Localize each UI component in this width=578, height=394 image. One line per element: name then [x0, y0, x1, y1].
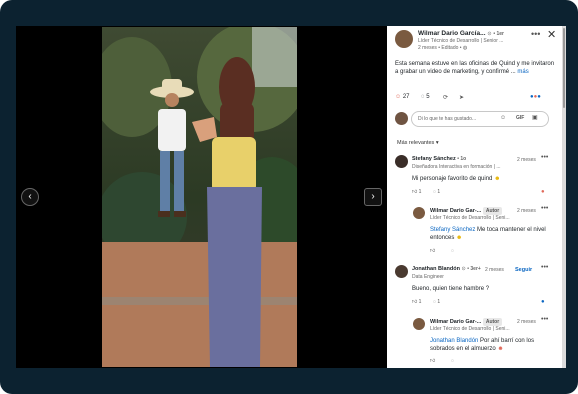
reply-icon: ◌: [433, 299, 436, 305]
reply-icon: ◌: [433, 189, 436, 195]
comment-headline: Data Engineer: [412, 274, 444, 280]
chevron-right-icon: ›: [371, 191, 375, 202]
my-avatar: [395, 112, 408, 125]
comment-input[interactable]: Di lo que te has gustado... ☺ GIF ▣: [411, 111, 549, 127]
comment-avatar[interactable]: [395, 265, 408, 278]
reply-more-icon[interactable]: •••: [541, 316, 548, 323]
comment-text: Mi personaje favorito de quind ☻: [412, 176, 501, 182]
reaction-badge-icon: ●: [541, 299, 545, 305]
scrollbar-thumb[interactable]: [563, 28, 565, 108]
post-photo: [102, 27, 297, 367]
reaction-icon: ☺: [395, 94, 402, 100]
comment-placeholder: Di lo que te has gustado...: [418, 116, 477, 122]
post-meta: 2 meses • Editado • ◍: [418, 45, 468, 51]
repost-icon[interactable]: ⟳: [443, 94, 448, 101]
see-more-link[interactable]: más: [517, 69, 528, 75]
image-icon[interactable]: ▣: [532, 114, 538, 121]
caret-down-icon: ▾: [435, 140, 439, 146]
comment-more-icon[interactable]: •••: [541, 264, 548, 271]
comment-time: 2 meses: [517, 157, 536, 163]
reply-headline: Líder Técnico de Desarrollo | Seni...: [430, 326, 510, 332]
reply-reply-button[interactable]: ◌: [451, 358, 454, 364]
reply-time: 2 meses: [517, 319, 536, 325]
send-icon[interactable]: ➤: [459, 94, 464, 101]
comment-headline: Diseñadora Interactiva en formación | ..…: [412, 164, 501, 170]
reply-time: 2 meses: [517, 208, 536, 214]
like-icon: 👍︎: [430, 358, 436, 364]
reply-text: Jonathan Blandón Por ahí barrí con los s…: [430, 338, 535, 352]
reply-author[interactable]: Wilmar Dario Gar-... Autor: [430, 318, 503, 326]
reply-like-button[interactable]: 👍︎: [430, 358, 435, 364]
connection-degree: • 1er: [493, 31, 504, 37]
reply-icon: ◌: [451, 248, 454, 254]
like-icon: 👍︎: [412, 189, 418, 195]
comment-time: 2 meses: [485, 267, 504, 273]
comment-author[interactable]: Jonathan Blandón ⊙ • 3er+: [412, 266, 481, 272]
comment-like-button[interactable]: 👍︎ 1: [412, 189, 421, 195]
reactions-summary[interactable]: ☺ 27: [395, 94, 410, 100]
comment-reply-button[interactable]: ◌ 1: [433, 299, 440, 305]
comment-reply-button[interactable]: ◌ 1: [433, 189, 440, 195]
sort-comments-dropdown[interactable]: Más relevantes ▾: [397, 140, 439, 146]
close-button[interactable]: ✕: [547, 28, 556, 41]
reaction-badges[interactable]: ●●●: [530, 94, 541, 100]
previous-image-button[interactable]: ‹: [21, 188, 39, 206]
comment-author[interactable]: Stefany Sánchez • 1o: [412, 156, 466, 162]
comment-icon: ◌: [421, 94, 425, 100]
post-detail-panel: Wilmar Dario García... ⊙ • 1er Líder Téc…: [387, 26, 562, 368]
next-image-button[interactable]: ›: [364, 188, 382, 206]
reply-avatar[interactable]: [413, 207, 425, 219]
like-icon: 👍︎: [412, 299, 418, 305]
reply-text: Stefany Sánchez Me toca mantener el nive…: [430, 227, 546, 241]
gif-button[interactable]: GIF: [516, 115, 524, 121]
author-name[interactable]: Wilmar Dario García... ⊙ • 1er: [418, 30, 504, 37]
globe-icon: ◍: [462, 45, 468, 51]
reply-more-icon[interactable]: •••: [541, 205, 548, 212]
comments-count[interactable]: ◌ 5: [421, 94, 430, 100]
reply-reply-button[interactable]: ◌: [451, 248, 454, 254]
reply-like-button[interactable]: 👍︎: [430, 248, 435, 254]
comment-avatar[interactable]: [395, 155, 408, 168]
more-options-icon[interactable]: •••: [531, 29, 540, 39]
follow-button[interactable]: Seguir: [515, 267, 532, 273]
author-badge: Autor: [482, 318, 503, 326]
reply-avatar[interactable]: [413, 318, 425, 330]
close-icon: ✕: [547, 29, 557, 41]
emoji-icon[interactable]: ☺: [500, 115, 506, 121]
comment-text: Bueno, quien tiene hambre ?: [412, 286, 490, 292]
author-badge: Autor: [482, 207, 503, 215]
author-avatar[interactable]: [395, 30, 413, 48]
post-text: Esta semana estuve en las oficinas de Qu…: [395, 61, 555, 75]
reaction-badge-icon: ●: [541, 189, 545, 195]
reply-icon: ◌: [451, 358, 454, 364]
reply-author[interactable]: Wilmar Dario Gar-... Autor: [430, 207, 503, 215]
comment-more-icon[interactable]: •••: [541, 154, 548, 161]
image-viewer: ‹ ›: [16, 26, 387, 368]
verified-icon: ⊙: [461, 266, 466, 272]
like-icon: 👍︎: [430, 248, 436, 254]
reply-headline: Líder Técnico de Desarrollo | Seni...: [430, 215, 510, 221]
author-headline: Líder Técnico de Desarrollo | Senior ...: [418, 38, 504, 44]
verified-icon: ⊙: [487, 31, 492, 37]
comment-like-button[interactable]: 👍︎ 1: [412, 299, 421, 305]
chevron-left-icon: ‹: [28, 191, 32, 202]
